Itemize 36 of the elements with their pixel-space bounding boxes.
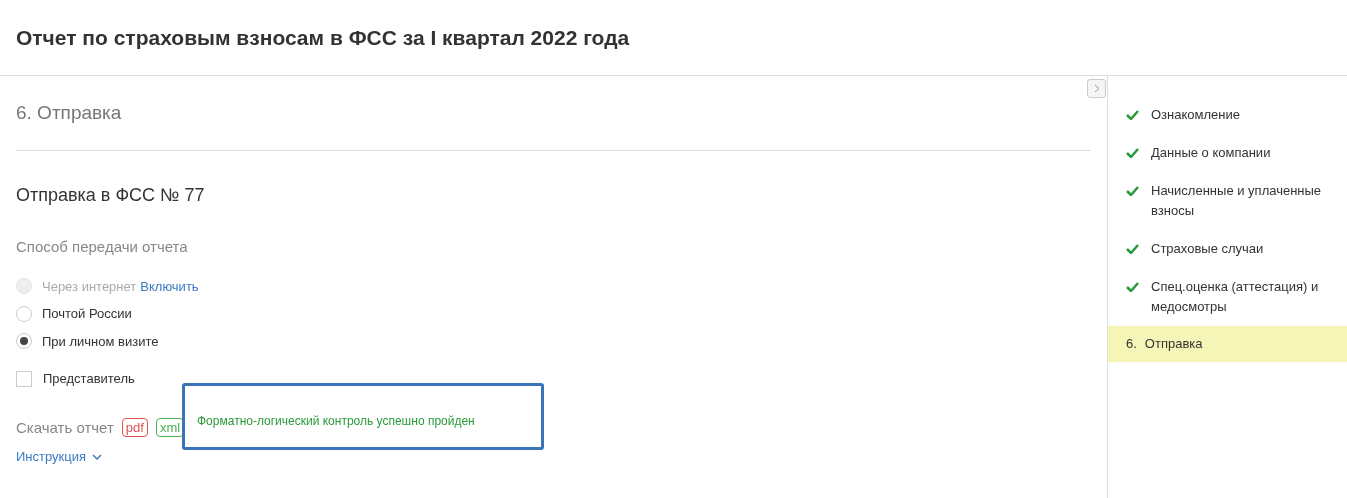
checkbox[interactable] <box>16 370 32 387</box>
download-label: Скачать отчет <box>16 417 114 438</box>
step-item[interactable]: Ознакомление <box>1108 96 1347 134</box>
step-item[interactable]: Страховые случаи <box>1108 230 1347 268</box>
instruction-link[interactable]: Инструкция <box>16 447 86 467</box>
field-label: Способ передачи отчета <box>16 237 189 257</box>
chevron-down-icon <box>92 453 102 460</box>
radio-button[interactable] <box>16 305 32 322</box>
page-title: Отчет по страховым взносам в ФСС за I квартал 2022 года <box>16 24 630 51</box>
step-label: Данные о компании <box>1151 144 1271 162</box>
subtitle: Отправка в ФСС № 77 <box>16 184 206 207</box>
step-item[interactable]: Спец.оценка (аттестация) и медосмотры <box>1108 268 1347 326</box>
step-label: Страховые случаи <box>1151 240 1264 258</box>
step-label: Отправка <box>1144 335 1203 353</box>
radio-button[interactable] <box>16 333 32 350</box>
radio-label: Почтой России <box>42 305 132 323</box>
chevron-right-icon <box>1093 84 1100 93</box>
step-item[interactable]: Начисленные и уплаченные взносы <box>1108 172 1347 230</box>
notification-text: Форматно-логический контроль успешно пройден <box>197 412 475 430</box>
checkmark-icon <box>1126 244 1139 254</box>
download-tag[interactable]: pdf <box>121 418 148 438</box>
radio-label: Через интернет <box>42 277 137 296</box>
radio-label: При личном визите <box>42 332 159 351</box>
step-label: Начисленные и уплаченные взносы <box>1151 182 1323 220</box>
checkmark-icon <box>1126 148 1139 158</box>
step-number: 6. <box>1126 335 1137 353</box>
step-label: Ознакомление <box>1151 106 1240 124</box>
step-item[interactable]: Данные о компании <box>1108 134 1347 172</box>
checkmark-icon <box>1126 110 1139 120</box>
expand-panel-button[interactable] <box>1087 79 1106 98</box>
checkmark-icon <box>1126 186 1139 196</box>
checkmark-icon <box>1126 282 1139 292</box>
step-item[interactable]: 6. Отправка <box>1108 326 1347 362</box>
step-label: Спец.оценка (аттестация) и медосмотры <box>1151 278 1320 316</box>
section-title: 6. Отправка <box>16 100 122 125</box>
checkbox-label: Представитель <box>43 370 135 388</box>
